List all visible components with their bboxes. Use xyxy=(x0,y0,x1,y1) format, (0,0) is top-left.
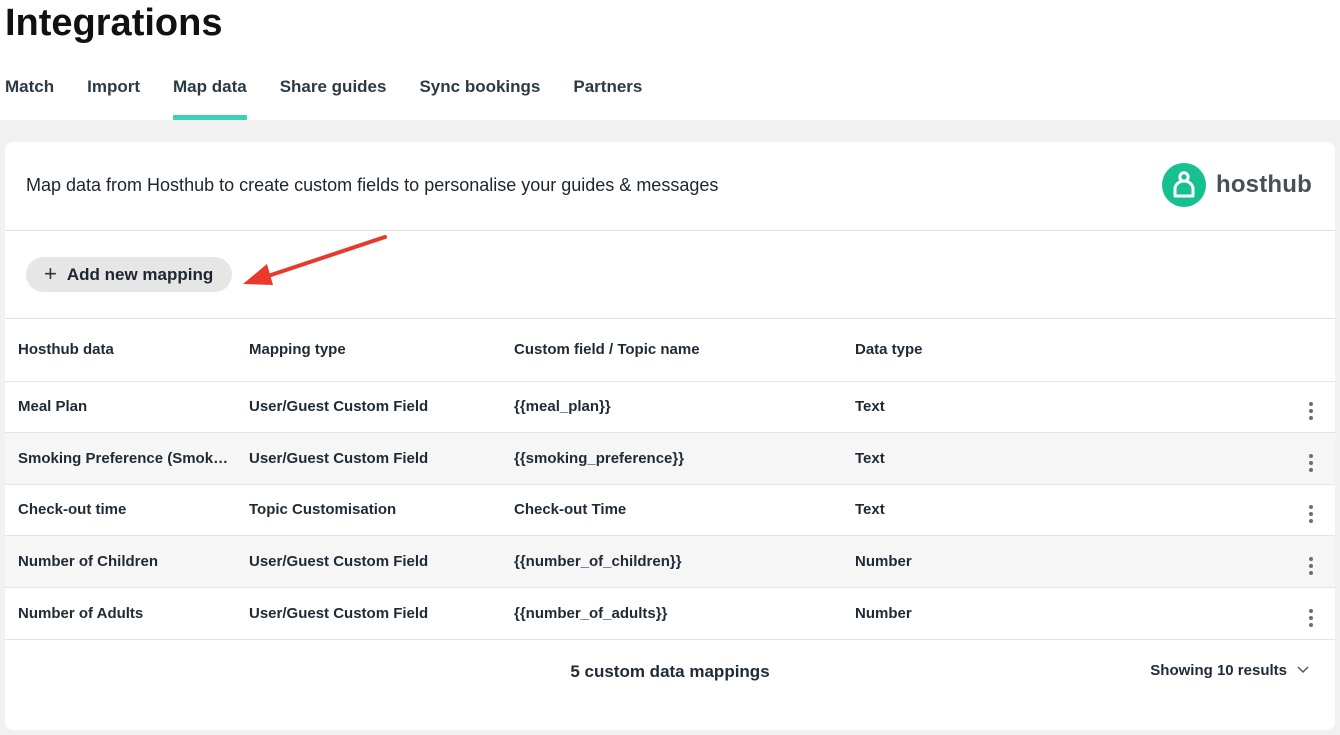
tab-import[interactable]: Import xyxy=(87,74,140,120)
map-data-card: Map data from Hosthub to create custom f… xyxy=(5,142,1335,730)
cell-hosthub-data: Number of Adults xyxy=(18,604,144,622)
tab-map-data[interactable]: Map data xyxy=(173,74,247,120)
row-menu-button[interactable] xyxy=(1255,484,1335,536)
tab-bar: Match Import Map data Share guides Sync … xyxy=(5,74,642,120)
row-menu-button[interactable] xyxy=(1255,433,1335,485)
row-menu-button[interactable] xyxy=(1255,381,1335,433)
cell-data-type: Number xyxy=(855,552,912,570)
results-per-page-select[interactable]: Showing 10 results xyxy=(1150,662,1309,679)
add-new-mapping-label: Add new mapping xyxy=(66,264,214,284)
cell-mapping-type: User/Guest Custom Field xyxy=(249,552,429,570)
row-menu-button[interactable] xyxy=(1255,587,1335,639)
tab-partners[interactable]: Partners xyxy=(573,74,642,120)
cell-custom-field: {{number_of_adults}} xyxy=(514,604,668,622)
chevron-down-icon xyxy=(1297,666,1309,674)
table-row[interactable]: Smoking Preference (Smok… User/Guest Cus… xyxy=(5,432,1335,485)
cell-hosthub-data: Smoking Preference (Smok… xyxy=(18,449,229,467)
hosthub-logo: hosthub xyxy=(1161,163,1312,207)
kebab-menu-icon xyxy=(1309,505,1313,524)
tab-share-guides[interactable]: Share guides xyxy=(280,74,387,120)
column-header-data-type: Data type xyxy=(855,341,923,359)
column-header-custom-field: Custom field / Topic name xyxy=(514,341,700,359)
cell-data-type: Text xyxy=(855,501,885,519)
cell-data-type: Text xyxy=(855,449,885,467)
card-description: Map data from Hosthub to create custom f… xyxy=(26,175,719,195)
add-new-mapping-button[interactable]: + Add new mapping xyxy=(26,257,233,292)
kebab-menu-icon xyxy=(1309,453,1313,472)
cell-hosthub-data: Meal Plan xyxy=(18,398,88,416)
cell-custom-field: {{meal_plan}} xyxy=(514,398,611,416)
cell-custom-field: {{number_of_children}} xyxy=(514,552,682,570)
table-row[interactable]: Number of Adults User/Guest Custom Field… xyxy=(5,587,1335,639)
kebab-menu-icon xyxy=(1309,402,1313,421)
toolbar: + Add new mapping xyxy=(5,231,1335,319)
cell-data-type: Number xyxy=(855,604,912,622)
tab-match[interactable]: Match xyxy=(5,74,54,120)
page-title: Integrations xyxy=(5,2,223,44)
cell-mapping-type: User/Guest Custom Field xyxy=(249,449,429,467)
tab-sync-bookings[interactable]: Sync bookings xyxy=(419,74,540,120)
cell-hosthub-data: Number of Children xyxy=(18,552,159,570)
cell-data-type: Text xyxy=(855,398,885,416)
table-row[interactable]: Meal Plan User/Guest Custom Field {{meal… xyxy=(5,381,1335,433)
plus-icon: + xyxy=(44,260,57,286)
hosthub-logo-icon xyxy=(1161,163,1206,207)
results-per-page-label: Showing 10 results xyxy=(1150,661,1287,679)
kebab-menu-icon xyxy=(1309,556,1313,575)
column-header-actions xyxy=(1255,319,1335,381)
cell-mapping-type: User/Guest Custom Field xyxy=(249,604,429,622)
annotation-arrow-icon xyxy=(243,235,387,285)
row-menu-button[interactable] xyxy=(1255,536,1335,588)
card-header: Map data from Hosthub to create custom f… xyxy=(5,142,1335,231)
mapping-count: 5 custom data mappings xyxy=(570,661,770,681)
table-row[interactable]: Number of Children User/Guest Custom Fie… xyxy=(5,535,1335,588)
column-header-mapping-type: Mapping type xyxy=(249,341,346,359)
column-header-hosthub-data: Hosthub data xyxy=(18,341,114,359)
cell-mapping-type: User/Guest Custom Field xyxy=(249,398,429,416)
cell-custom-field: Check-out Time xyxy=(514,501,627,519)
hosthub-logo-text: hosthub xyxy=(1215,171,1312,198)
cell-mapping-type: Topic Customisation xyxy=(249,501,397,519)
cell-custom-field: {{smoking_preference}} xyxy=(514,449,685,467)
cell-hosthub-data: Check-out time xyxy=(18,501,127,519)
mappings-table: Hosthub data Mapping type Custom field /… xyxy=(5,319,1335,639)
table-header-row: Hosthub data Mapping type Custom field /… xyxy=(5,319,1335,381)
kebab-menu-icon xyxy=(1309,608,1313,627)
table-row[interactable]: Check-out time Topic Customisation Check… xyxy=(5,484,1335,536)
table-footer: 5 custom data mappings Showing 10 result… xyxy=(5,638,1335,703)
